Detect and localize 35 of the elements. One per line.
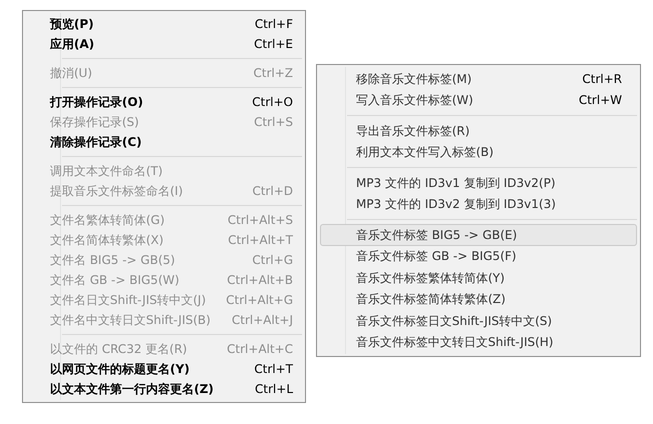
shortcut-label: Ctrl+Alt+C [226, 341, 293, 358]
shortcut-label: Ctrl+R [582, 70, 622, 88]
menu-item[interactable]: MP3 文件的 ID3v2 复制到 ID3v1(3) [320, 194, 637, 215]
menu-item[interactable]: 音乐文件标签繁体转简体(Y) [320, 267, 637, 288]
shortcut-label: Ctrl+Alt+G [226, 292, 293, 309]
shortcut-label: Ctrl+S [254, 114, 293, 131]
shortcut-label: Ctrl+F [254, 16, 293, 33]
shortcut-label: Ctrl+T [254, 361, 293, 378]
menu-item[interactable]: MP3 文件的 ID3v1 复制到 ID3v2(P) [320, 172, 637, 194]
shortcut-label: Ctrl+O [252, 94, 293, 111]
menu-item[interactable]: 预览(P) Ctrl+F [26, 14, 302, 34]
menu-item[interactable]: 以网页文件的标题更名(Y) Ctrl+T [26, 359, 302, 379]
shortcut-label: Ctrl+Z [253, 65, 293, 82]
menu-item[interactable]: 音乐文件标签简体转繁体(Z) [320, 288, 637, 310]
menu-item[interactable]: 应用(A) Ctrl+E [26, 34, 302, 54]
menu-item[interactable]: 清除操作记录(C) [26, 132, 302, 152]
shortcut-label: Ctrl+Alt+T [228, 232, 293, 249]
menu-item[interactable]: 写入音乐文件标签(W) Ctrl+W [320, 90, 637, 111]
shortcut-label: Ctrl+Alt+S [228, 212, 293, 229]
shortcut-label: Ctrl+Alt+J [232, 312, 293, 329]
menu-item[interactable]: 音乐文件标签日文Shift-JIS转中文(S) [320, 310, 637, 332]
menu-item[interactable]: 利用文本文件写入标签(B) [320, 142, 637, 163]
menu-item[interactable]: 导出音乐文件标签(R) [320, 120, 637, 142]
shortcut-label: Ctrl+Alt+B [227, 272, 293, 289]
menu-item[interactable]: 打开操作记录(O) Ctrl+O [26, 92, 302, 112]
shortcut-label: Ctrl+W [578, 92, 622, 110]
shortcut-label: Ctrl+L [254, 381, 293, 398]
menu-item[interactable]: 以文本文件第一行内容更名(Z) Ctrl+L [26, 379, 302, 399]
shortcut-label: Ctrl+D [252, 183, 293, 200]
menu-item[interactable]: 音乐文件标签 BIG5 -> GB(E) [320, 224, 637, 246]
menu-item[interactable]: 音乐文件标签中文转日文Shift-JIS(H) [320, 332, 637, 353]
menu-item[interactable]: 音乐文件标签 GB -> BIG5(F) [320, 246, 637, 267]
menu-item[interactable]: 移除音乐文件标签(M) Ctrl+R [320, 68, 637, 90]
shortcut-label: Ctrl+E [254, 36, 293, 53]
shortcut-label: Ctrl+G [252, 252, 293, 269]
